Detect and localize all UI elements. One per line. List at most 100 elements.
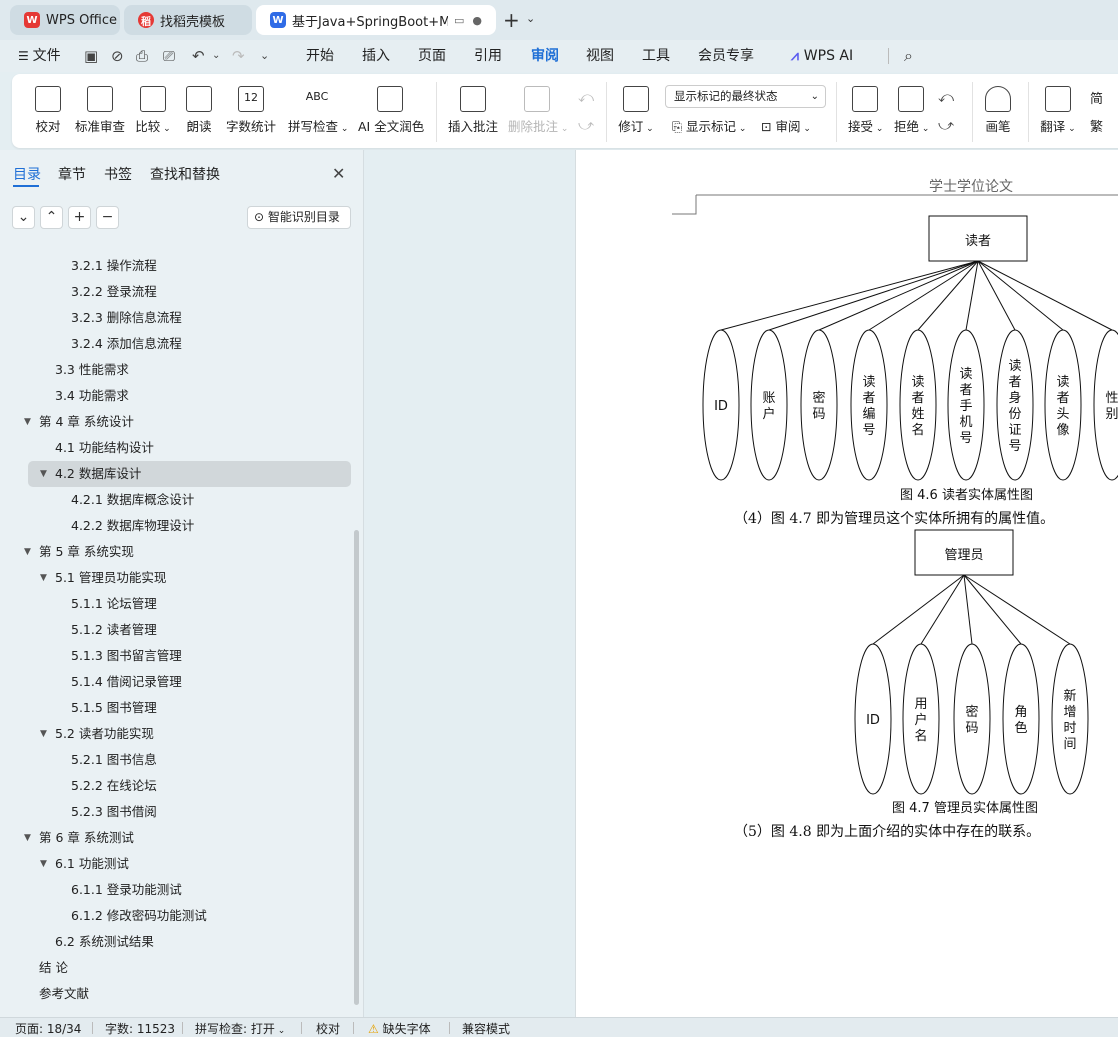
- tab-bookmarks[interactable]: 书签: [104, 164, 132, 184]
- undo-chevron-icon[interactable]: ⌄: [212, 40, 220, 72]
- remove-heading-button[interactable]: −: [96, 206, 119, 229]
- to-traditional-button[interactable]: 繁: [1090, 116, 1103, 135]
- save-icon[interactable]: ▣: [84, 40, 98, 72]
- menu-wps-ai[interactable]: ⩘ WPS AI: [791, 40, 853, 72]
- add-heading-button[interactable]: +: [68, 206, 91, 229]
- nav-scrollbar[interactable]: [354, 530, 359, 1005]
- print-icon[interactable]: ⎙: [136, 40, 148, 72]
- tab-wps-office[interactable]: W WPS Office: [10, 5, 120, 35]
- toc-item[interactable]: 3.2.2 登录流程: [0, 279, 364, 305]
- menu-insert[interactable]: 插入: [362, 40, 390, 72]
- toc-item[interactable]: 5.1.5 图书管理: [0, 695, 364, 721]
- toc-item[interactable]: 3.4 功能需求: [0, 383, 364, 409]
- proofread-status[interactable]: 校对: [316, 1020, 340, 1037]
- show-markup-button[interactable]: ⎘ 显示标记 ⌄: [672, 116, 746, 135]
- translate-button[interactable]: 翻译 ⌄: [1040, 82, 1076, 142]
- menu-review[interactable]: 审阅: [531, 40, 559, 72]
- toc-item[interactable]: 4.2.1 数据库概念设计: [0, 487, 364, 513]
- toc-item[interactable]: 5.2.2 在线论坛: [0, 773, 364, 799]
- redo-icon[interactable]: ↷: [232, 40, 245, 72]
- menu-member[interactable]: 会员专享: [698, 40, 754, 72]
- toc-item[interactable]: ▼ 5.2 读者功能实现: [0, 721, 364, 747]
- page-indicator[interactable]: 页面: 18/34: [15, 1020, 81, 1037]
- toc-item[interactable]: 5.1.4 借阅记录管理: [0, 669, 364, 695]
- toc-chapter[interactable]: ▼ 第 5 章 系统实现: [0, 539, 364, 565]
- spell-check-status[interactable]: 拼写检查: 打开 ⌄: [195, 1020, 285, 1037]
- toc-item-selected[interactable]: ▼ 4.2 数据库设计: [28, 461, 351, 487]
- pen-button[interactable]: 画笔: [984, 82, 1012, 142]
- toc-item[interactable]: 3.2.3 删除信息流程: [0, 305, 364, 331]
- toc-item[interactable]: ▼ 6.1 功能测试: [0, 851, 364, 877]
- expand-arrow-icon[interactable]: ▼: [40, 565, 47, 591]
- tab-document[interactable]: W 基于Java+SpringBoot+MyS ▭ ●: [256, 5, 496, 35]
- new-tab-icon[interactable]: +: [503, 8, 520, 32]
- delete-comment-button[interactable]: 删除批注 ⌄: [508, 82, 568, 142]
- ai-polish-button[interactable]: AI 全文润色: [358, 82, 424, 142]
- toc-item[interactable]: 5.2.3 图书借阅: [0, 799, 364, 825]
- accept-button[interactable]: 接受 ⌄: [848, 82, 883, 142]
- menu-file[interactable]: ☰ 文件: [18, 40, 61, 72]
- expand-arrow-icon[interactable]: ▼: [40, 461, 47, 487]
- smart-toc-button[interactable]: ⊙ 智能识别目录: [247, 206, 351, 229]
- review-pane-button[interactable]: ⊡ 审阅 ⌄: [761, 116, 811, 135]
- toc-item[interactable]: 3.2.4 添加信息流程: [0, 331, 364, 357]
- toc-chapter[interactable]: ▼ 第 4 章 系统设计: [0, 409, 364, 435]
- menu-home[interactable]: 开始: [306, 40, 334, 72]
- menu-tools[interactable]: 工具: [642, 40, 670, 72]
- toc-item[interactable]: 参考文献: [0, 981, 364, 1007]
- undo-icon[interactable]: ↶: [192, 40, 205, 72]
- expand-arrow-icon[interactable]: ▼: [24, 539, 31, 565]
- toc-item[interactable]: 5.1.2 读者管理: [0, 617, 364, 643]
- to-simplified-button[interactable]: 简: [1090, 88, 1103, 107]
- more-chevron-icon[interactable]: ⌄: [260, 40, 269, 72]
- reject-button[interactable]: 拒绝 ⌄: [894, 82, 929, 142]
- spell-check-button[interactable]: ABC 拼写检查 ⌄: [288, 82, 348, 142]
- move-up-button[interactable]: ⌃: [40, 206, 63, 229]
- toc-item[interactable]: 5.2.1 图书信息: [0, 747, 364, 773]
- prev-comment-icon[interactable]: ⤺: [578, 88, 594, 106]
- tab-dot-icon[interactable]: ●: [472, 14, 482, 27]
- read-aloud-button[interactable]: 朗读: [186, 82, 212, 142]
- tab-toc[interactable]: 目录: [13, 164, 41, 184]
- prev-change-icon[interactable]: ⤺: [938, 88, 954, 106]
- expand-arrow-icon[interactable]: ▼: [24, 409, 31, 435]
- menu-view[interactable]: 视图: [586, 40, 614, 72]
- menu-references[interactable]: 引用: [474, 40, 502, 72]
- toc-item[interactable]: ▼ 5.1 管理员功能实现: [0, 565, 364, 591]
- expand-arrow-icon[interactable]: ▼: [24, 825, 31, 851]
- tab-sections[interactable]: 章节: [58, 164, 86, 184]
- next-change-icon[interactable]: ⤻: [938, 116, 954, 134]
- toc-item[interactable]: 5.1.3 图书留言管理: [0, 643, 364, 669]
- tab-find-replace[interactable]: 查找和替换: [150, 164, 220, 184]
- toc-item[interactable]: 结 论: [0, 955, 364, 981]
- toc-item[interactable]: 4.1 功能结构设计: [0, 435, 364, 461]
- menu-page[interactable]: 页面: [418, 40, 446, 72]
- toc-item[interactable]: 6.1.2 修改密码功能测试: [0, 903, 364, 929]
- word-count-button[interactable]: 12 字数统计: [226, 82, 276, 142]
- toc-chapter[interactable]: ▼ 第 6 章 系统测试: [0, 825, 364, 851]
- print-preview-icon[interactable]: ⎚: [163, 40, 175, 72]
- toc-item[interactable]: 3.2.1 操作流程: [0, 253, 364, 279]
- insert-comment-button[interactable]: 插入批注: [448, 82, 498, 142]
- search-icon[interactable]: ⌕: [904, 40, 913, 72]
- tab-template[interactable]: 稻 找稻壳模板: [124, 5, 252, 35]
- collapse-down-button[interactable]: ⌄: [12, 206, 35, 229]
- toc-item[interactable]: 3.3 性能需求: [0, 357, 364, 383]
- markup-mode-select[interactable]: 显示标记的最终状态 ⌄: [665, 85, 826, 108]
- share-icon[interactable]: ⊘: [111, 40, 124, 72]
- toc-item[interactable]: 5.1.1 论坛管理: [0, 591, 364, 617]
- tab-list-chevron-icon[interactable]: ⌄: [526, 12, 535, 25]
- standard-review-button[interactable]: 标准审查: [74, 82, 126, 142]
- expand-arrow-icon[interactable]: ▼: [40, 721, 47, 747]
- missing-font-status[interactable]: ⚠ 缺失字体: [368, 1020, 431, 1037]
- next-comment-icon[interactable]: ⤻: [578, 116, 594, 134]
- close-icon[interactable]: ✕: [332, 164, 345, 183]
- proofread-button[interactable]: 校对: [34, 82, 62, 142]
- toc-item[interactable]: 6.1.1 登录功能测试: [0, 877, 364, 903]
- expand-arrow-icon[interactable]: ▼: [40, 851, 47, 877]
- compare-button[interactable]: 比较 ⌄: [134, 82, 172, 142]
- track-changes-button[interactable]: 修订 ⌄: [618, 82, 654, 142]
- toc-item[interactable]: 4.2.2 数据库物理设计: [0, 513, 364, 539]
- word-count-status[interactable]: 字数: 11523: [105, 1020, 175, 1037]
- toc-item[interactable]: 6.2 系统测试结果: [0, 929, 364, 955]
